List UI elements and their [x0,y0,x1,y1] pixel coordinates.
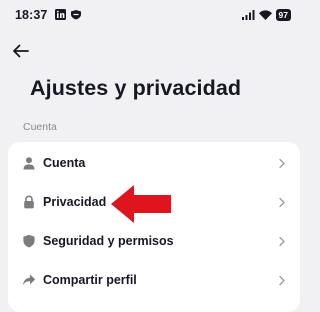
signal-icon [241,10,255,20]
red-arrow-annotation [111,185,171,223]
settings-item-label: Privacidad [43,195,107,209]
person-icon [23,157,35,170]
status-time: 18:37 [15,8,48,22]
chevron-right-icon [279,275,285,286]
chevron-right-icon [279,197,285,208]
share-icon [22,274,36,286]
settings-item-label: Cuenta [43,156,86,170]
settings-item-label: Seguridad y permisos [43,234,174,248]
settings-card: Cuenta Privacidad Seguridad y permisos C… [8,142,300,312]
back-arrow-icon[interactable] [11,41,31,61]
settings-item-label: Compartir perfil [43,273,137,287]
shield-icon [23,234,35,248]
battery-icon: 97 [275,9,291,21]
chevron-right-icon [279,158,285,169]
lock-icon [24,195,34,209]
linkedin-icon [55,9,66,20]
settings-item-compartir-perfil[interactable]: Compartir perfil [8,261,300,300]
section-label: Cuenta [23,121,57,133]
shield-app-icon [71,10,81,20]
chevron-right-icon [279,236,285,247]
status-left-icons [55,9,82,20]
status-right-icons: 97 [241,9,291,21]
page-title: Ajustes y privacidad [30,76,242,100]
status-bar: 18:37 97 [0,0,308,32]
settings-item-cuenta[interactable]: Cuenta [8,144,300,183]
settings-item-seguridad[interactable]: Seguridad y permisos [8,222,300,261]
wifi-icon [258,10,272,20]
